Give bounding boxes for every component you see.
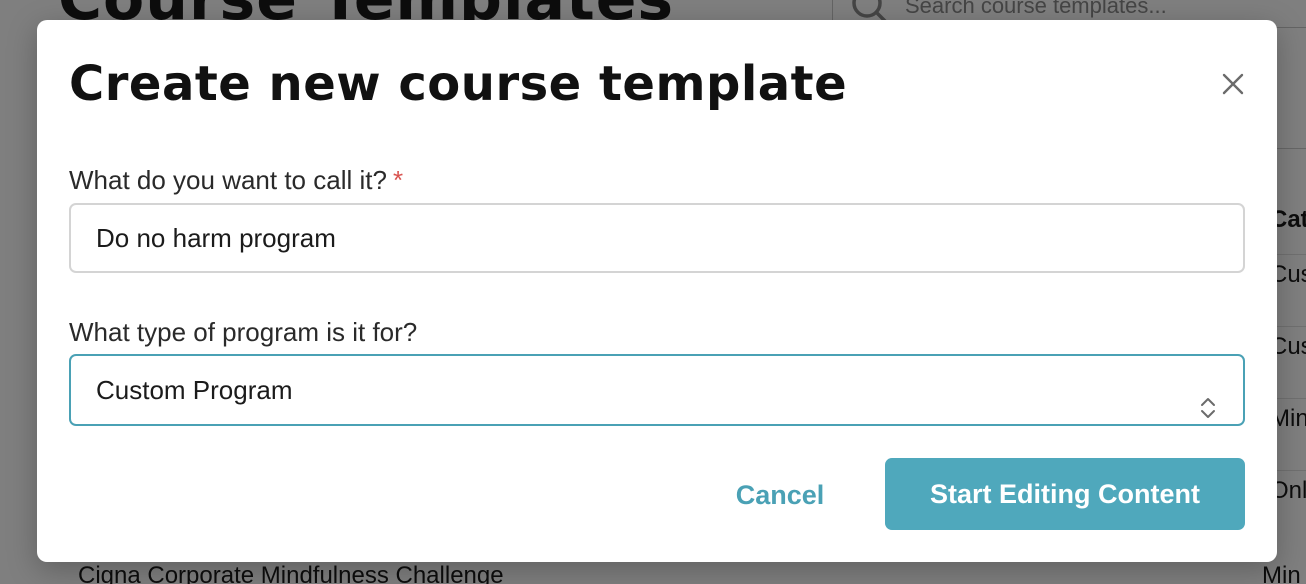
close-button[interactable] xyxy=(1217,70,1249,102)
name-field-label-text: What do you want to call it? xyxy=(69,165,387,195)
chevron-up-down-icon xyxy=(1199,378,1217,446)
name-field-label: What do you want to call it? * xyxy=(69,165,403,196)
close-icon xyxy=(1221,72,1245,101)
dialog-title: Create new course template xyxy=(69,56,848,112)
start-editing-content-button[interactable]: Start Editing Content xyxy=(885,458,1245,530)
type-field-label: What type of program is it for? xyxy=(69,317,418,347)
template-name-input[interactable]: Do no harm program xyxy=(69,203,1245,273)
program-type-value: Custom Program xyxy=(96,375,293,405)
required-marker: * xyxy=(392,165,404,195)
cancel-button[interactable]: Cancel xyxy=(707,460,853,530)
create-template-dialog: Create new course template What do you w… xyxy=(37,20,1277,562)
program-type-select[interactable]: Custom Program xyxy=(69,354,1245,426)
